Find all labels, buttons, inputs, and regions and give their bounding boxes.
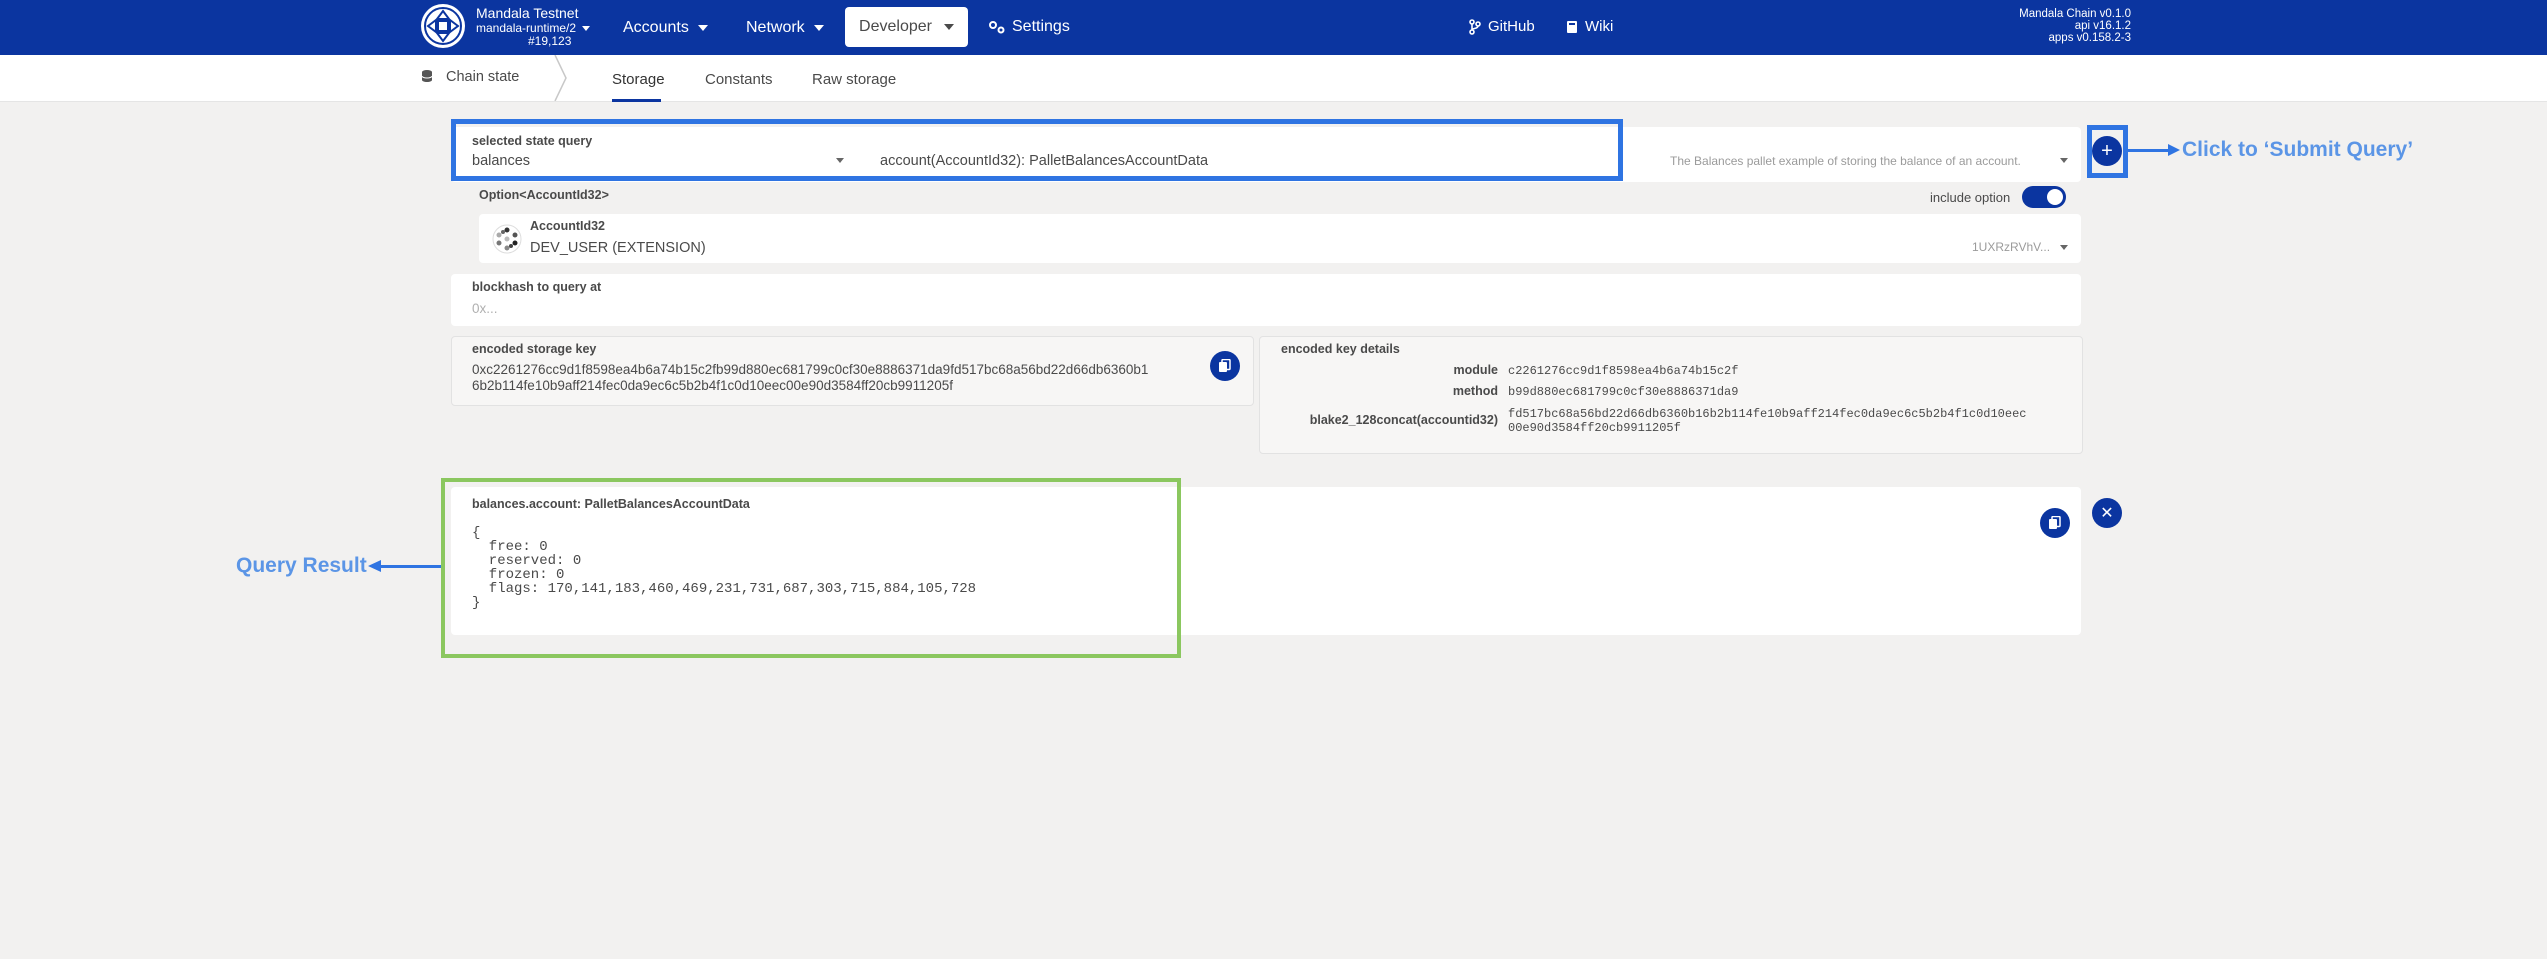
chevron-down-icon bbox=[2060, 158, 2068, 163]
tab-raw-storage[interactable]: Raw storage bbox=[812, 71, 896, 88]
database-icon bbox=[421, 69, 433, 88]
active-tab-indicator bbox=[612, 99, 661, 102]
key-module-value: c2261276cc9d1f8598ea4b6a74b15c2f bbox=[1508, 364, 1739, 378]
nav-accounts-label: Accounts bbox=[623, 19, 689, 36]
submit-query-button[interactable]: + bbox=[2092, 136, 2122, 166]
method-description: The Balances pallet example of storing t… bbox=[1670, 154, 2021, 168]
highlight-query-box bbox=[451, 119, 1623, 181]
include-option-label: include option bbox=[1930, 190, 2011, 205]
blockhash-label: blockhash to query at bbox=[472, 280, 602, 294]
settings-icon bbox=[989, 21, 1005, 34]
nav-settings-label: Settings bbox=[1012, 18, 1070, 35]
key-method-value: b99d880ec681799c0cf30e8886371da9 bbox=[1508, 385, 1739, 399]
api-version: api v16.1.2 bbox=[2074, 20, 2131, 32]
blockhash-field[interactable] bbox=[451, 274, 2081, 326]
submit-annotation: Click to ‘Submit Query’ bbox=[2182, 138, 2414, 161]
apps-version: apps v0.158.2-3 bbox=[2048, 32, 2131, 44]
nav-network-label: Network bbox=[746, 19, 805, 36]
chevron-down-icon bbox=[2060, 245, 2068, 250]
key-hasher-value: fd517bc68a56bd22d66db6360b16b2b114fe10b9… bbox=[1508, 407, 2027, 421]
chevron-down-icon bbox=[582, 26, 591, 32]
chain-version: Mandala Chain v0.1.0 bbox=[2019, 8, 2131, 20]
breadcrumb-divider bbox=[553, 54, 569, 106]
chain-logo-icon[interactable] bbox=[421, 4, 465, 48]
sub-navbar bbox=[0, 55, 2547, 102]
key-hasher-value-cont: 00e90d3584ff20cb9911205f bbox=[1508, 421, 1681, 435]
nav-settings[interactable]: Settings bbox=[988, 18, 1070, 36]
include-option-toggle[interactable] bbox=[2022, 186, 2066, 208]
runtime-version[interactable]: mandala-runtime/2 bbox=[476, 21, 591, 35]
account-type-label: AccountId32 bbox=[530, 219, 606, 233]
storage-key-line1: 0xc2261276cc9d1f8598ea4b6a74b15c2fb99d88… bbox=[472, 362, 1149, 377]
copy-key-button[interactable] bbox=[1210, 351, 1240, 381]
toggle-knob bbox=[2047, 189, 2063, 205]
nav-network[interactable]: Network bbox=[746, 19, 824, 37]
account-address: 1UXRzRVhV... bbox=[1972, 240, 2051, 254]
top-navbar bbox=[0, 0, 2547, 55]
wiki-link[interactable]: Wiki bbox=[1566, 18, 1613, 35]
highlight-result-box bbox=[441, 478, 1181, 658]
copy-result-button[interactable] bbox=[2040, 508, 2070, 538]
identicon-icon bbox=[492, 224, 522, 254]
close-result-button[interactable]: ✕ bbox=[2092, 498, 2122, 528]
param-type-label: Option<AccountId32> bbox=[479, 188, 609, 202]
arrow-line bbox=[380, 565, 441, 568]
chain-name[interactable]: Mandala Testnet bbox=[476, 5, 578, 21]
key-method-label: method bbox=[1452, 384, 1498, 398]
key-module-label: module bbox=[1453, 363, 1498, 377]
arrow-left-icon bbox=[368, 560, 381, 572]
key-details-label: encoded key details bbox=[1281, 342, 1400, 356]
github-label: GitHub bbox=[1488, 18, 1535, 35]
git-branch-icon bbox=[1469, 18, 1481, 35]
arrow-line bbox=[2128, 149, 2172, 152]
blockhash-input[interactable]: 0x... bbox=[472, 301, 498, 316]
key-hasher-label: blake2_128concat(accountid32) bbox=[1309, 413, 1498, 427]
github-link[interactable]: GitHub bbox=[1469, 18, 1535, 35]
chevron-down-icon bbox=[697, 24, 708, 31]
storage-key-label: encoded storage key bbox=[472, 342, 597, 356]
result-annotation: Query Result bbox=[236, 554, 367, 577]
chevron-down-icon bbox=[943, 24, 954, 30]
nav-developer-label: Developer bbox=[859, 18, 932, 35]
chevron-down-icon bbox=[813, 24, 824, 31]
copy-icon bbox=[2049, 516, 2061, 529]
storage-key-line2: 6b2b114fe10b9aff214fec0da9ec6c5b2b4f1c0d… bbox=[472, 378, 953, 393]
best-block: #19,123 bbox=[528, 34, 572, 48]
runtime-label: mandala-runtime/2 bbox=[476, 21, 577, 35]
account-select[interactable] bbox=[479, 214, 2081, 263]
section-title: Chain state bbox=[446, 69, 520, 85]
account-name: DEV_USER (EXTENSION) bbox=[530, 240, 706, 256]
book-icon bbox=[1567, 20, 1577, 33]
arrow-right-icon bbox=[2168, 144, 2180, 156]
wiki-label: Wiki bbox=[1585, 18, 1614, 35]
copy-icon bbox=[1219, 359, 1231, 372]
nav-developer[interactable]: Developer bbox=[845, 7, 968, 47]
nav-accounts[interactable]: Accounts bbox=[623, 19, 708, 37]
tab-constants[interactable]: Constants bbox=[705, 71, 773, 88]
tab-storage[interactable]: Storage bbox=[612, 71, 665, 88]
